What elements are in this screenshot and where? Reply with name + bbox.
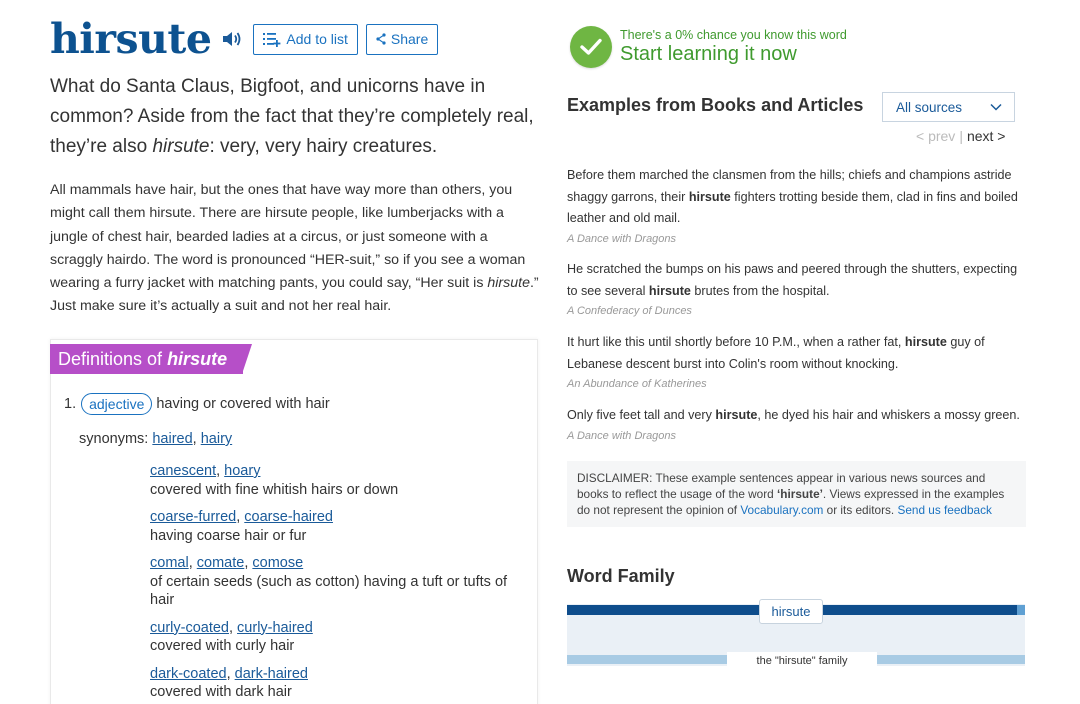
related-word-link[interactable]: canescent bbox=[150, 463, 216, 479]
related-group: canescent, hoary covered with fine whiti… bbox=[150, 462, 520, 499]
related-word-link[interactable]: dark-haired bbox=[235, 666, 308, 682]
examples-list: Before them marched the clansmen from th… bbox=[567, 165, 1029, 442]
prev-button[interactable]: < prev bbox=[916, 128, 955, 144]
definitions-tab-prefix: Definitions of bbox=[58, 348, 163, 369]
vocabulary-link[interactable]: Vocabulary.com bbox=[740, 503, 823, 517]
related-group: dark-coated, dark-haired covered with da… bbox=[150, 665, 520, 702]
word-title: hirsute bbox=[50, 15, 212, 63]
related-word-link[interactable]: comate bbox=[197, 555, 245, 571]
start-learning-link[interactable]: Start learning it now bbox=[620, 43, 847, 66]
sense-1: 1. adjective having or covered with hair bbox=[64, 393, 330, 415]
long-definition: All mammals have hair, but the ones that… bbox=[50, 179, 540, 319]
checkmark-icon bbox=[570, 26, 612, 68]
related-word-link[interactable]: comal bbox=[150, 555, 189, 571]
list-add-icon bbox=[263, 33, 281, 47]
example-source[interactable]: A Dance with Dragons bbox=[567, 429, 1029, 443]
related-gloss: covered with curly hair bbox=[150, 638, 295, 654]
pronunciation-speaker-icon[interactable] bbox=[219, 26, 245, 52]
example-text-before: Only five feet tall and very bbox=[567, 408, 716, 422]
part-of-speech-pill[interactable]: adjective bbox=[81, 393, 153, 415]
word-family-label: the "hirsute" family bbox=[727, 652, 877, 670]
synonym-link[interactable]: hairy bbox=[201, 431, 232, 447]
related-word-link[interactable]: dark-coated bbox=[150, 666, 227, 682]
synonyms-label: synonyms: bbox=[79, 431, 149, 447]
example-highlight: hirsute bbox=[648, 283, 691, 298]
share-icon bbox=[376, 33, 386, 45]
examples-title: Examples from Books and Articles bbox=[567, 95, 864, 115]
word-family-graph: hirsute the "hirsute" family bbox=[567, 599, 1025, 670]
short-definition: What do Santa Claus, Bigfoot, and unicor… bbox=[50, 72, 540, 162]
example-highlight: hirsute bbox=[688, 189, 731, 204]
example-item: It hurt like this until shortly before 1… bbox=[567, 332, 1029, 402]
short-def-word: hirsute bbox=[152, 136, 210, 157]
example-item: Before them marched the clansmen from th… bbox=[567, 165, 1029, 246]
sense-number: 1. bbox=[64, 396, 77, 412]
long-def-italic: hirsute bbox=[487, 275, 530, 292]
example-sentence: Only five feet tall and very hirsute, he… bbox=[567, 405, 1029, 427]
disclaimer-word: ‘hirsute’ bbox=[777, 487, 823, 501]
related-words-list: canescent, hoary covered with fine whiti… bbox=[150, 462, 520, 704]
next-button[interactable]: next > bbox=[967, 128, 1006, 144]
example-sentence: He scratched the bumps on his paws and p… bbox=[567, 259, 1029, 302]
definitions-tab: Definitions of hirsute bbox=[50, 344, 243, 374]
pager-divider: | bbox=[959, 128, 963, 144]
example-highlight: hirsute bbox=[715, 408, 758, 422]
send-feedback-link[interactable]: Send us feedback bbox=[897, 503, 991, 517]
related-word-link[interactable]: curly-haired bbox=[237, 620, 313, 636]
chevron-down-icon bbox=[990, 103, 1002, 111]
related-word-link[interactable]: curly-coated bbox=[150, 620, 229, 636]
examples-pager: < prev | next > bbox=[916, 128, 1005, 144]
word-family-title: Word Family bbox=[567, 566, 675, 586]
short-def-line1: What do Santa Claus, Bigfoot, and unicor… bbox=[50, 76, 486, 97]
sources-dropdown[interactable]: All sources bbox=[882, 92, 1015, 122]
learn-chance-text: There's a 0% chance you know this word bbox=[620, 28, 847, 42]
example-source[interactable]: A Dance with Dragons bbox=[567, 232, 1029, 246]
learn-prompt[interactable]: There's a 0% chance you know this word S… bbox=[570, 26, 847, 68]
example-source[interactable]: A Confederacy of Dunces bbox=[567, 304, 1029, 318]
definitions-tab-corner bbox=[242, 344, 252, 374]
related-gloss: covered with dark hair bbox=[150, 684, 292, 700]
example-source[interactable]: An Abundance of Katherines bbox=[567, 377, 1029, 391]
short-def-line2: common? Aside from the fact that they’re… bbox=[50, 106, 534, 127]
long-def-part1: All mammals have hair, but the ones that… bbox=[50, 182, 526, 292]
related-gloss: of certain seeds (such as cotton) having… bbox=[150, 573, 508, 609]
example-sentence: It hurt like this until shortly before 1… bbox=[567, 332, 1029, 375]
related-group: coarse-furred, coarse-haired having coar… bbox=[150, 508, 520, 545]
example-text-after: , he dyed his hair and whiskers a mossy … bbox=[757, 408, 1020, 422]
learn-text: There's a 0% chance you know this word S… bbox=[620, 28, 847, 66]
share-button[interactable]: Share bbox=[365, 23, 439, 55]
examples-disclaimer: DISCLAIMER: These example sentences appe… bbox=[567, 461, 1026, 527]
related-gloss: having coarse hair or fur bbox=[150, 527, 307, 544]
related-word-link[interactable]: comose bbox=[252, 555, 303, 571]
synonyms-row: synonyms: haired, hairy bbox=[79, 431, 233, 447]
example-text-before: It hurt like this until shortly before 1… bbox=[567, 335, 905, 349]
example-highlight: hirsute bbox=[904, 335, 947, 349]
example-sentence: Before them marched the clansmen from th… bbox=[567, 165, 1029, 230]
related-group: comal, comate, comose of certain seeds (… bbox=[150, 554, 520, 610]
sense-gloss: having or covered with hair bbox=[156, 396, 330, 412]
example-text-after: brutes from the hospital. bbox=[690, 283, 830, 298]
example-item: Only five feet tall and very hirsute, he… bbox=[567, 405, 1029, 454]
add-to-list-button[interactable]: Add to list bbox=[253, 23, 358, 55]
short-def-line3-before: they’re also bbox=[50, 136, 153, 157]
related-word-link[interactable]: coarse-furred bbox=[150, 509, 236, 525]
add-to-list-label: Add to list bbox=[286, 31, 348, 47]
disclaimer-text: or its editors. bbox=[823, 503, 898, 517]
sources-dropdown-value: All sources bbox=[896, 99, 963, 115]
example-item: He scratched the bumps on his paws and p… bbox=[567, 259, 1029, 329]
related-word-link[interactable]: coarse-haired bbox=[244, 509, 333, 525]
related-word-link[interactable]: hoary bbox=[224, 463, 260, 479]
related-group: curly-coated, curly-haired covered with … bbox=[150, 619, 520, 656]
word-header: hirsute Add to list Share bbox=[50, 15, 439, 63]
synonym-link[interactable]: haired bbox=[152, 431, 192, 447]
share-label: Share bbox=[390, 31, 429, 47]
definitions-tab-word: hirsute bbox=[167, 348, 228, 369]
word-family-bar-end bbox=[1017, 605, 1025, 615]
definitions-card: Definitions of hirsute 1. adjective havi… bbox=[50, 339, 538, 704]
related-gloss: covered with fine whitish hairs or down bbox=[150, 481, 399, 498]
word-family-node[interactable]: hirsute bbox=[759, 599, 823, 624]
short-def-line3-after: : very, very hairy creatures. bbox=[209, 136, 438, 157]
